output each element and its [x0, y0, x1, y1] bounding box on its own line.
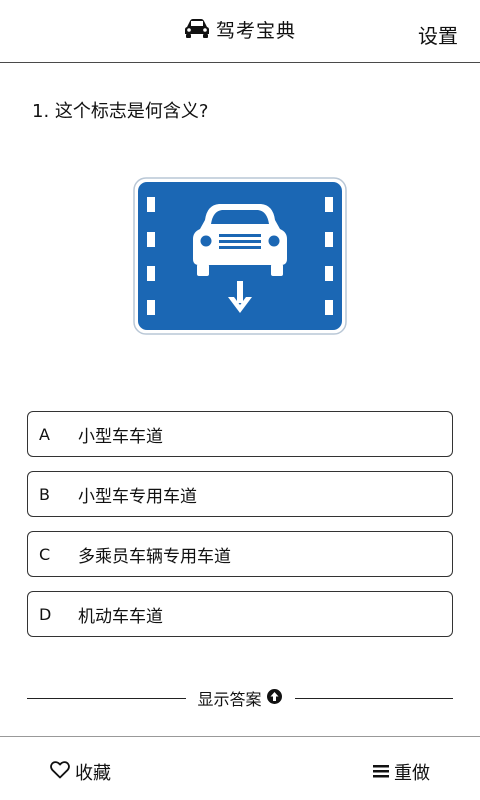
- arrow-up-circle-icon: [266, 688, 283, 709]
- car-icon: [184, 18, 210, 42]
- option-d[interactable]: D 机动车车道: [27, 591, 453, 637]
- option-text: 多乘员车辆专用车道: [78, 546, 231, 567]
- traffic-sign-image: [133, 177, 347, 335]
- app-brand: 驾考宝典: [0, 16, 480, 43]
- option-text: 机动车车道: [78, 606, 163, 627]
- option-a[interactable]: A 小型车车道: [27, 411, 453, 457]
- redo-button[interactable]: 重做: [373, 759, 430, 785]
- option-text: 小型车车道: [78, 426, 163, 447]
- answer-options: A 小型车车道 B 小型车专用车道 C 多乘员车辆专用车道 D 机动车车道: [27, 411, 453, 651]
- app-title: 驾考宝典: [215, 20, 296, 42]
- bottom-bar: 收藏 重做: [0, 736, 480, 800]
- app-root: 驾考宝典 设置 1. 这个标志是何含义? A 小型车车道 B 小型车专用车道 C…: [0, 0, 480, 800]
- option-letter: B: [39, 484, 50, 504]
- option-text: 小型车专用车道: [78, 486, 197, 507]
- settings-button[interactable]: 设置: [418, 20, 458, 49]
- favorite-button[interactable]: 收藏: [50, 759, 111, 785]
- option-b[interactable]: B 小型车专用车道: [27, 471, 453, 517]
- option-letter: C: [39, 544, 51, 564]
- redo-label: 重做: [394, 763, 430, 784]
- show-answer-label: 显示答案: [197, 690, 262, 709]
- question-text: 1. 这个标志是何含义?: [32, 101, 209, 122]
- heart-icon: [50, 760, 70, 784]
- option-letter: D: [39, 604, 52, 624]
- menu-icon: [373, 762, 389, 783]
- show-answer-button[interactable]: 显示答案: [185, 686, 295, 710]
- show-answer-row: 显示答案: [27, 686, 454, 710]
- option-letter: A: [39, 424, 50, 444]
- small-car-lane-sign: [133, 177, 347, 335]
- divider-left: [27, 697, 186, 699]
- divider-right: [294, 697, 454, 699]
- top-bar: 驾考宝典 设置: [0, 0, 480, 63]
- favorite-label: 收藏: [75, 763, 111, 784]
- option-c[interactable]: C 多乘员车辆专用车道: [27, 531, 453, 577]
